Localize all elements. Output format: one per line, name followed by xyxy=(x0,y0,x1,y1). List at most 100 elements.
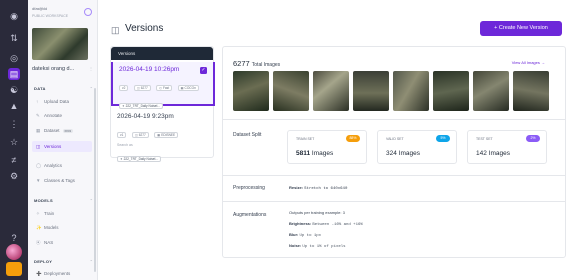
aug-brightness: Brightness: Between -16% and +16% xyxy=(289,221,363,227)
sidebar-item-analytics[interactable]: ◯ Analytics xyxy=(32,160,92,171)
training-speed-pill: ◴ Fast xyxy=(156,85,173,91)
data-section-header: DATA xyxy=(34,86,46,91)
preprocessing-label: Preprocessing xyxy=(233,185,265,191)
train-set-count: 5811 Images xyxy=(296,150,334,157)
model-tag[interactable]: ✦ 222_TRT_Daily Noisel... xyxy=(117,156,162,162)
preview-image[interactable] xyxy=(233,71,269,111)
image-count-pill: ◫ 6277 xyxy=(131,132,149,138)
sidebar-item-deployments[interactable]: ➕ Deployments xyxy=(32,268,92,279)
chevron-up-icon[interactable]: ⌃ xyxy=(90,259,93,264)
version-card[interactable]: 2026-04-19 9:23pm v1 ◫ 6277 ▦ EDISNEE Se… xyxy=(111,109,215,162)
version-name: 2026-04-19 9:23pm xyxy=(117,113,174,120)
versions-icon: ◫ xyxy=(36,144,41,149)
train-set-card: TRAIN SET 88% 5811 Images xyxy=(287,130,367,164)
aug-noise: Noise: Up to 1% of pixels xyxy=(289,243,346,249)
total-label: Total Images xyxy=(251,62,281,68)
format-pill: ▦ COCOn xyxy=(177,85,199,91)
preview-image[interactable] xyxy=(433,71,469,111)
page-title: Versions xyxy=(125,23,164,34)
valid-set-card: VALID SET 5% 324 Images xyxy=(377,130,457,164)
versions-list: Versions 2026-04-19 10:26pm ✓ v2 ◫ 6277 … xyxy=(110,46,215,162)
preview-image[interactable] xyxy=(313,71,349,111)
chevron-up-icon[interactable]: ⌃ xyxy=(90,86,93,91)
logo-icon[interactable]: ◉ xyxy=(8,10,20,22)
models-section-header: MODELS xyxy=(34,198,53,203)
preview-image[interactable] xyxy=(353,71,389,111)
preview-image[interactable] xyxy=(273,71,309,111)
dataset-split-label: Dataset Split xyxy=(233,132,262,138)
sidebar-item-classes-tags[interactable]: ▼ Classes & Tags xyxy=(32,175,92,186)
project-sidebar: dfasfjfdd PUBLIC WORKSPACE dateksi orang… xyxy=(28,0,98,280)
augmentations-row: Augmentations Outputs per training examp… xyxy=(223,201,565,257)
dataset-split-row: Dataset Split TRAIN SET 88% 5811 Images … xyxy=(223,119,565,175)
integrations-icon[interactable]: ☆ xyxy=(8,136,20,148)
dataset-icon: ▦ xyxy=(36,128,41,133)
deploy-icon[interactable]: ▲ xyxy=(8,100,20,112)
test-set-badge: 2% xyxy=(526,135,540,142)
deploy-section-header: DEPLOY xyxy=(34,259,53,264)
help-icon[interactable]: ? xyxy=(8,232,20,244)
avatar[interactable] xyxy=(6,244,22,260)
test-set-card: TEST SET 2% 142 Images xyxy=(467,130,547,164)
code-icon[interactable]: ≠ xyxy=(8,154,20,166)
workspace-switcher[interactable]: dfasfjfdd PUBLIC WORKSPACE xyxy=(32,6,94,26)
version-note: Search as xyxy=(117,143,133,147)
models-icon: ✨ xyxy=(36,225,42,230)
valid-set-label: VALID SET xyxy=(386,137,404,141)
models-icon[interactable]: ☯ xyxy=(8,84,20,96)
train-set-badge: 88% xyxy=(346,135,360,142)
sidebar-item-models[interactable]: ✨ Models xyxy=(32,222,92,233)
sidebar-item-train[interactable]: ✧ Train xyxy=(32,208,92,219)
nas-icon: ⦿ xyxy=(36,240,41,245)
test-set-count: 142 Images xyxy=(476,150,510,157)
settings-icon[interactable]: ⚙ xyxy=(8,170,20,182)
projects-icon[interactable]: ▤ xyxy=(8,68,20,80)
view-all-images-link[interactable]: View All Images → xyxy=(512,60,545,65)
preview-image[interactable] xyxy=(473,71,509,111)
version-name: 2026-04-19 10:26pm xyxy=(119,66,180,73)
universe-icon[interactable]: ◎ xyxy=(8,52,20,64)
sidebar-item-nas[interactable]: ⦿ NAS xyxy=(32,237,92,248)
augmentations-list: Outputs per training example: 3 Brightne… xyxy=(289,208,363,252)
checkmark-icon: ✓ xyxy=(200,67,207,74)
preview-image[interactable] xyxy=(393,71,429,111)
valid-set-badge: 5% xyxy=(436,135,450,142)
create-new-version-button[interactable]: + Create New Version xyxy=(480,21,562,36)
workspace-avatar[interactable] xyxy=(6,262,22,276)
sidebar-scrollbar[interactable] xyxy=(94,88,96,272)
version-number-pill: v2 xyxy=(119,85,129,91)
version-detail-panel: 6277 Total Images View All Images → Data… xyxy=(222,46,566,258)
workspace-toggle-icon[interactable] xyxy=(84,8,92,16)
project-name[interactable]: dateksi orang d... xyxy=(32,66,74,72)
preprocessing-row: Preprocessing Resize: Stretch to 640x640 xyxy=(223,175,565,201)
image-count-pill: ◫ 6277 xyxy=(133,85,151,91)
annotate-icon: ✎ xyxy=(36,113,40,118)
version-number-pill: v1 xyxy=(117,132,127,138)
chevron-up-icon[interactable]: ⌃ xyxy=(90,198,93,203)
analytics-icon: ◯ xyxy=(36,163,42,168)
version-card[interactable]: 2026-04-19 10:26pm ✓ v2 ◫ 6277 ◴ Fast ▦ … xyxy=(111,62,215,109)
preprocessing-value: Resize: Stretch to 640x640 xyxy=(289,185,348,191)
valid-set-count: 324 Images xyxy=(386,150,420,157)
project-thumbnail[interactable] xyxy=(32,28,88,60)
aug-outputs: Outputs per training example: 3 xyxy=(289,210,346,216)
preview-image[interactable] xyxy=(513,71,549,111)
total-images: 6277 Total Images xyxy=(233,59,280,68)
workflows-icon[interactable]: ⋮ xyxy=(8,118,20,130)
augmentations-label: Augmentations xyxy=(233,212,267,218)
dataset-count-badge: 6803 xyxy=(62,129,74,133)
total-count: 6277 xyxy=(233,59,250,68)
train-icon: ✧ xyxy=(36,211,40,216)
deployments-icon: ➕ xyxy=(36,271,42,276)
tags-icon: ▼ xyxy=(36,178,41,183)
project-menu-icon[interactable]: ⋮ xyxy=(89,66,93,71)
sidebar-item-versions[interactable]: ◫ Versions xyxy=(32,141,92,152)
sidebar-item-dataset[interactable]: ▦ Dataset 6803 xyxy=(32,125,92,136)
test-set-label: TEST SET xyxy=(476,137,493,141)
sidebar-item-upload[interactable]: ↑ Upload Data xyxy=(32,96,92,107)
train-set-label: TRAIN SET xyxy=(296,137,315,141)
versions-icon: ◫ xyxy=(111,25,120,35)
versions-list-header: Versions xyxy=(111,47,213,60)
sidebar-item-annotate[interactable]: ✎ Annotate xyxy=(32,110,92,121)
workspaces-icon[interactable]: ⇅ xyxy=(8,32,20,44)
